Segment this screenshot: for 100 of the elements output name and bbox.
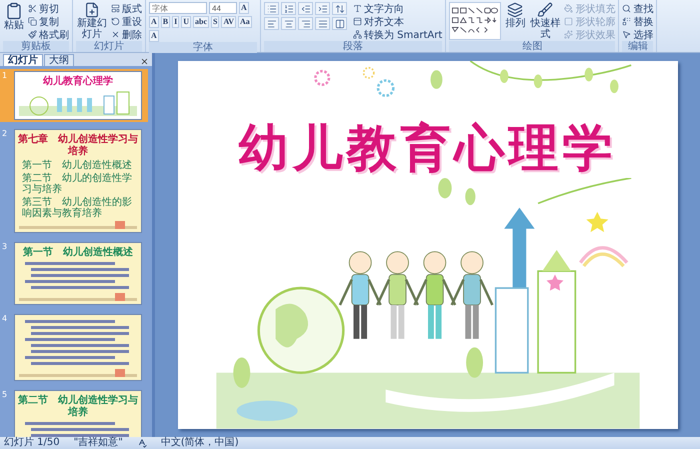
pane-tab[interactable]: 幻灯片 (3, 54, 43, 66)
ribbon-button[interactable]: 对齐文本 (353, 15, 442, 28)
ribbon-button[interactable]: 版式 (111, 2, 142, 15)
ribbon-button[interactable]: 文字方向 (353, 2, 442, 15)
slide-thumbnail-row[interactable]: 5 第二节 幼儿创造性学习与培养 (0, 388, 148, 437)
slide-thumbnail[interactable] (14, 314, 142, 381)
slide-thumbnail-row[interactable]: 1 幼儿教育心理学 (0, 69, 148, 122)
slide-thumbnail[interactable]: 第一节 幼儿创造性概述 (14, 242, 142, 305)
fill-icon (564, 4, 574, 13)
pane-tab[interactable]: 大纲 (44, 54, 74, 66)
pond (236, 401, 298, 422)
layout-icon (111, 4, 120, 13)
paragraph-button[interactable] (332, 17, 347, 30)
slide-number: 1 (2, 71, 8, 80)
group-label: 编辑 (622, 41, 654, 52)
slide-counter: 幻灯片 1/50 (4, 437, 60, 449)
ribbon-button[interactable]: 选择 (622, 28, 654, 41)
smartart-icon (353, 30, 362, 39)
format-button[interactable]: abc (193, 16, 210, 28)
slide-thumbnail[interactable]: 第二节 幼儿创造性学习与培养 (14, 390, 142, 437)
paragraph-button[interactable] (298, 2, 313, 15)
slide-thumbnail[interactable]: 第七章 幼儿创造性学习与培养 第一节 幼儿创造性概述 第二节 幼儿的创造性学习与培养 第三节 幼儿创造性的影响因素与教育培养 (14, 129, 142, 233)
outline-icon (564, 17, 574, 26)
ribbon-button[interactable]: 粘贴 (3, 2, 25, 31)
paragraph-button[interactable] (264, 2, 279, 15)
font-field[interactable]: 44 (209, 2, 237, 14)
columns-icon (334, 18, 344, 28)
numbered-list-icon (284, 4, 294, 14)
slide-thumbnail-row[interactable]: 3 第一节 幼儿创造性概述 (0, 240, 148, 307)
line-spacing-icon (334, 4, 344, 14)
format-button[interactable]: S (211, 16, 220, 28)
format-button[interactable]: A (239, 2, 249, 14)
spellcheck-icon[interactable] (136, 438, 147, 448)
paragraph-button[interactable] (281, 2, 296, 15)
paragraph-button[interactable] (298, 17, 313, 30)
pointer-icon (622, 30, 632, 39)
thumbnail-text: 第一节 幼儿创造性概述 (21, 160, 133, 171)
ribbon-button[interactable]: 排列 (504, 2, 526, 29)
thumbnail-title: 第二节 幼儿创造性学习与培养 (18, 395, 138, 419)
format-button[interactable]: AV (221, 16, 236, 28)
ribbon-button[interactable]: 剪切 (28, 2, 69, 15)
format-button[interactable]: I (172, 16, 180, 28)
paragraph-button[interactable] (264, 17, 279, 30)
slide-thumbnail-row[interactable]: 2 第七章 幼儿创造性学习与培养 第一节 幼儿创造性概述 第二节 幼儿的创造性学习与培养 第三节 幼儿创造性的影响因素与教育培养 (0, 127, 148, 235)
format-button[interactable]: Aa (238, 16, 252, 28)
language-label: 中文(简体，中国) (160, 437, 239, 449)
group-label: 字体 (149, 42, 257, 53)
group-label: 剪贴板 (3, 41, 69, 52)
align-right-icon (300, 18, 310, 28)
paragraph-button[interactable] (315, 17, 330, 30)
slide-number: 5 (2, 390, 8, 399)
thumbnail-title: 幼儿教育心理学 (43, 76, 113, 88)
ribbon-button[interactable]: 替换 (622, 15, 654, 28)
ribbon-button[interactable]: 新建幻灯片 (76, 2, 108, 40)
group-label: 绘图 (449, 41, 616, 52)
paragraph-button[interactable] (315, 2, 330, 15)
shapes-gallery[interactable] (449, 2, 502, 40)
tree (466, 348, 483, 378)
slide-number: 3 (2, 242, 8, 251)
format-button[interactable]: U (181, 16, 192, 28)
thumbnail-text: 第二节 幼儿的创造性学习与培养 (21, 173, 133, 195)
close-icon (140, 57, 149, 66)
ribbon-button[interactable]: 重设 (111, 15, 142, 28)
align-text-icon (353, 17, 362, 26)
format-button[interactable]: A (149, 16, 159, 28)
align-left-icon (266, 18, 276, 28)
align-center-icon (284, 18, 294, 28)
ribbon-button[interactable]: 复制 (28, 15, 69, 28)
paragraph-button[interactable] (281, 17, 296, 30)
slide-title: 幼儿教育心理学 (238, 118, 618, 178)
outdent-icon (300, 4, 310, 14)
theme-name: "吉祥如意" (74, 437, 123, 449)
slide-number: 2 (2, 129, 8, 138)
font-field[interactable]: 字体 (149, 2, 207, 14)
delete-icon (111, 30, 120, 39)
group-label: 幻灯片 (76, 41, 142, 52)
star (586, 212, 608, 233)
copy-icon (28, 17, 37, 26)
ribbon-button[interactable]: 删除 (111, 28, 142, 41)
ribbon-button[interactable]: 格式刷 (28, 28, 69, 41)
ribbon-button[interactable]: 转换为 SmartArt (353, 28, 442, 41)
thumbnail-title: 第一节 幼儿创造性概述 (23, 247, 133, 259)
new-slide-icon (84, 2, 100, 18)
search-icon (622, 4, 632, 13)
slide-number: 4 (2, 314, 8, 323)
rainbow (578, 246, 628, 268)
text-direction-icon (353, 4, 362, 13)
thumbnail-title: 第七章 幼儿创造性学习与培养 (18, 134, 138, 158)
ribbon-button[interactable]: 快速样式 (529, 2, 562, 40)
ribbon-button[interactable]: 查找 (622, 2, 654, 15)
paintbrush-icon (28, 30, 37, 39)
leaf (438, 178, 452, 199)
slide-thumbnail[interactable]: 幼儿教育心理学 (14, 71, 142, 120)
tree (232, 358, 250, 388)
paragraph-button[interactable] (332, 2, 347, 15)
format-button[interactable]: A (149, 30, 159, 42)
indent-icon (318, 4, 328, 14)
group-label: 段落 (264, 41, 442, 52)
format-button[interactable]: B (160, 16, 170, 28)
scissors-icon (28, 4, 37, 13)
